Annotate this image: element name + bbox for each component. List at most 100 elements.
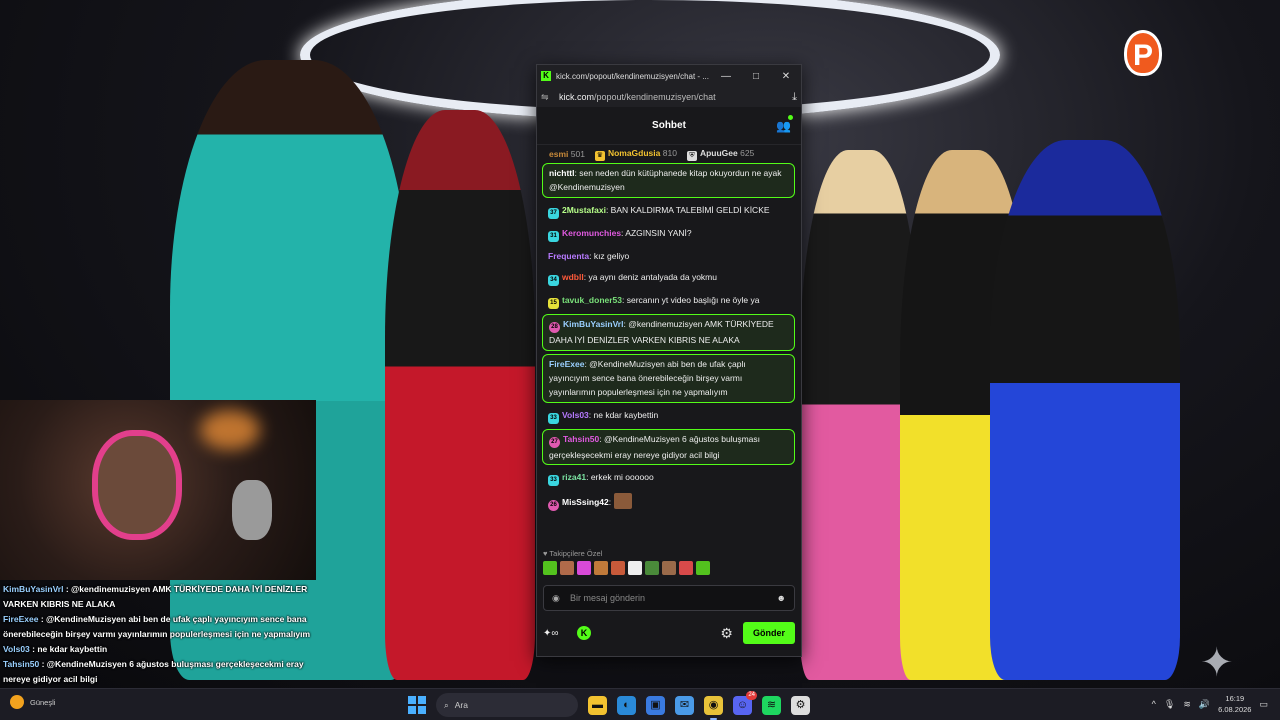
close-icon[interactable]: ✕ bbox=[771, 71, 801, 82]
weather-widget[interactable]: Güneşli bbox=[10, 695, 55, 709]
mail-icon[interactable]: ✉ bbox=[675, 695, 694, 715]
chat-message[interactable]: 33 riza41: erkek mi oooooo bbox=[542, 468, 795, 488]
overlay-chat-user: Vols03 bbox=[3, 644, 30, 654]
minimize-icon[interactable]: — bbox=[711, 71, 741, 82]
time-text: 16:19 bbox=[1225, 694, 1245, 703]
spotify-icon[interactable]: ≋ bbox=[762, 695, 781, 715]
chat-username[interactable]: wdbll bbox=[562, 272, 584, 282]
figure-blue bbox=[990, 140, 1180, 680]
chat-username[interactable]: Vols03 bbox=[562, 410, 589, 420]
chat-text: : bbox=[608, 497, 612, 508]
chevron-up-icon[interactable]: ^ bbox=[1152, 699, 1156, 709]
sub-badge-icon: 26 bbox=[548, 500, 559, 512]
chat-message[interactable]: 26 MisSsing42: bbox=[542, 491, 795, 513]
clock[interactable]: 16:19 6.08.2026 bbox=[1218, 693, 1251, 715]
leaderboard-entry[interactable]: ♛ NomaGdusia 810 bbox=[594, 148, 677, 161]
overlay-chat-line: Vols03 : ne kdar kaybettin bbox=[0, 642, 316, 657]
sub-badge-icon: 31 bbox=[548, 230, 559, 242]
discord-icon[interactable]: ☺ 24 bbox=[733, 690, 757, 715]
window-title: kick.com/popout/kendinemuzisyen/chat - .… bbox=[556, 71, 709, 81]
chat-username[interactable]: MisSsing42 bbox=[562, 497, 609, 507]
chat-username[interactable]: Frequenta bbox=[548, 251, 589, 261]
chat-text: : kız geliyo bbox=[589, 250, 630, 261]
chat-username[interactable]: KimBuYasinVrl bbox=[563, 319, 623, 329]
chat-message[interactable]: Frequenta: kız geliyo bbox=[542, 247, 795, 265]
shield-icon: ⛨ bbox=[686, 150, 697, 161]
chat-username[interactable]: FireExee bbox=[549, 359, 584, 369]
microphone-icon[interactable]: 🎙 bbox=[1164, 699, 1175, 710]
emote-icon[interactable] bbox=[611, 561, 625, 575]
steam-icon[interactable]: ⚙ bbox=[791, 695, 810, 715]
chat-username[interactable]: Tahsin50 bbox=[563, 434, 599, 444]
window-titlebar: K kick.com/popout/kendinemuzisyen/chat -… bbox=[537, 65, 801, 87]
kick-favicon-icon: K bbox=[541, 71, 551, 81]
figure-red bbox=[385, 110, 535, 680]
chat-message[interactable]: 33 Vols03: ne kdar kaybettin bbox=[542, 406, 795, 426]
emote-icon[interactable] bbox=[662, 561, 676, 575]
store-icon[interactable]: ▣ bbox=[646, 695, 665, 715]
wifi-icon[interactable]: ≋ bbox=[1183, 699, 1191, 710]
chat-message[interactable]: 28 KimBuYasinVrl: @kendinemuzisyen AMK TÜ… bbox=[542, 314, 795, 351]
leaderboard-name: ApuuGee bbox=[699, 147, 738, 158]
lamp-glow bbox=[200, 410, 260, 450]
chat-message[interactable]: FireExee: @KendineMuzisyen abi ben de uf… bbox=[542, 353, 795, 403]
microphone-icon bbox=[232, 480, 272, 540]
chat-message[interactable]: 27 Tahsin50: @KendineMuzisyen 6 ağustos b… bbox=[542, 428, 795, 466]
overlay-chat-line: Tahsin50 : @KendineMuzisyen 6 ağustos bu… bbox=[0, 657, 316, 687]
maximize-icon[interactable]: □ bbox=[741, 71, 771, 82]
chat-message[interactable]: nichttl: sen neden dün kütüphanede kitap… bbox=[542, 163, 795, 198]
points-icon[interactable]: ✦∞ bbox=[543, 628, 577, 639]
emote-icon[interactable] bbox=[696, 561, 710, 575]
emote-icon bbox=[613, 493, 632, 510]
emoji-icon[interactable]: ☻ bbox=[777, 593, 786, 603]
emote-icon[interactable] bbox=[577, 561, 591, 575]
chat-text: : AZGINSIN YANİ? bbox=[621, 227, 692, 238]
leaderboard: esmi 501 ♛ NomaGdusia 810 ⛨ ApuuGee 625 bbox=[537, 145, 801, 163]
emote-row bbox=[543, 561, 795, 575]
gear-icon[interactable]: ⚙ bbox=[720, 625, 733, 642]
chat-username[interactable]: 2Mustafaxi bbox=[562, 205, 606, 215]
send-button[interactable]: Gönder bbox=[742, 622, 795, 644]
chat-text: : sercanın yt video başlığı ne öyle ya bbox=[622, 295, 760, 306]
stream-overlay-chat: KimBuYasinVrl : @kendinemuzisyen AMK TÜR… bbox=[0, 582, 316, 702]
chat-footer: ✦∞ K ⚙ Gönder bbox=[537, 622, 801, 644]
emote-section-label: ♥ Takipçilere Özel bbox=[543, 549, 603, 558]
start-icon[interactable] bbox=[408, 696, 426, 714]
emote-icon[interactable] bbox=[628, 561, 642, 575]
chat-username[interactable]: tavuk_doner53 bbox=[562, 295, 622, 305]
chrome-icon[interactable]: ◉ bbox=[704, 695, 723, 720]
address-bar[interactable]: ⇋ kick.com/popout/kendinemuzisyen/chat ⤓ bbox=[537, 87, 801, 107]
download-icon[interactable]: ⤓ bbox=[792, 91, 797, 104]
site-settings-icon[interactable]: ⇋ bbox=[541, 92, 559, 103]
emote-icon[interactable] bbox=[679, 561, 693, 575]
volume-icon[interactable]: 🔊 bbox=[1199, 699, 1210, 710]
emote-icon[interactable] bbox=[594, 561, 608, 575]
emote-icon[interactable] bbox=[543, 561, 557, 575]
streamer-avatar bbox=[92, 430, 182, 540]
chat-message[interactable]: 37 2Mustafaxi: BAN KALDIRMA TALEBİMİ GELD… bbox=[542, 201, 795, 221]
chat-message[interactable]: 31 Keromunchies: AZGINSIN YANİ? bbox=[542, 224, 795, 244]
message-input[interactable]: ◉ Bir mesaj gönderin ☻ bbox=[543, 585, 795, 611]
emote-icon[interactable] bbox=[645, 561, 659, 575]
chat-username[interactable]: Keromunchies bbox=[562, 228, 621, 238]
chat-username[interactable]: riza41 bbox=[562, 472, 586, 482]
leaderboard-entry[interactable]: esmi 501 bbox=[549, 149, 585, 159]
overlay-chat-user: FireExee bbox=[3, 614, 39, 624]
chat-text: : sen neden dün kütüphanede kitap okuyor… bbox=[549, 168, 782, 193]
chat-username[interactable]: nichttl bbox=[549, 168, 575, 178]
chat-message[interactable]: 34 wdbll: ya aynı deniz antalyada da yokm… bbox=[542, 268, 795, 288]
chat-messages[interactable]: nichttl: sen neden dün kütüphanede kitap… bbox=[537, 163, 801, 547]
sub-badge-icon: 33 bbox=[548, 412, 559, 424]
leaderboard-name: esmi bbox=[549, 149, 569, 159]
kick-icon[interactable]: K bbox=[577, 626, 591, 640]
overlay-chat-text: : ne kdar kaybettin bbox=[29, 644, 108, 654]
search-box[interactable]: ⌕ Ara bbox=[436, 693, 578, 717]
notification-icon[interactable]: ▭ bbox=[1259, 699, 1268, 710]
file-explorer-icon[interactable]: ▬ bbox=[588, 695, 607, 715]
chat-message[interactable]: 15 tavuk_doner53: sercanın yt video başlı… bbox=[542, 291, 795, 311]
edge-icon[interactable]: ◐ bbox=[617, 695, 636, 715]
emote-icon[interactable] bbox=[560, 561, 574, 575]
users-icon[interactable]: 👥 bbox=[776, 119, 791, 133]
leaderboard-entry[interactable]: ⛨ ApuuGee 625 bbox=[686, 147, 754, 161]
url-text[interactable]: kick.com/popout/kendinemuzisyen/chat bbox=[559, 92, 792, 102]
